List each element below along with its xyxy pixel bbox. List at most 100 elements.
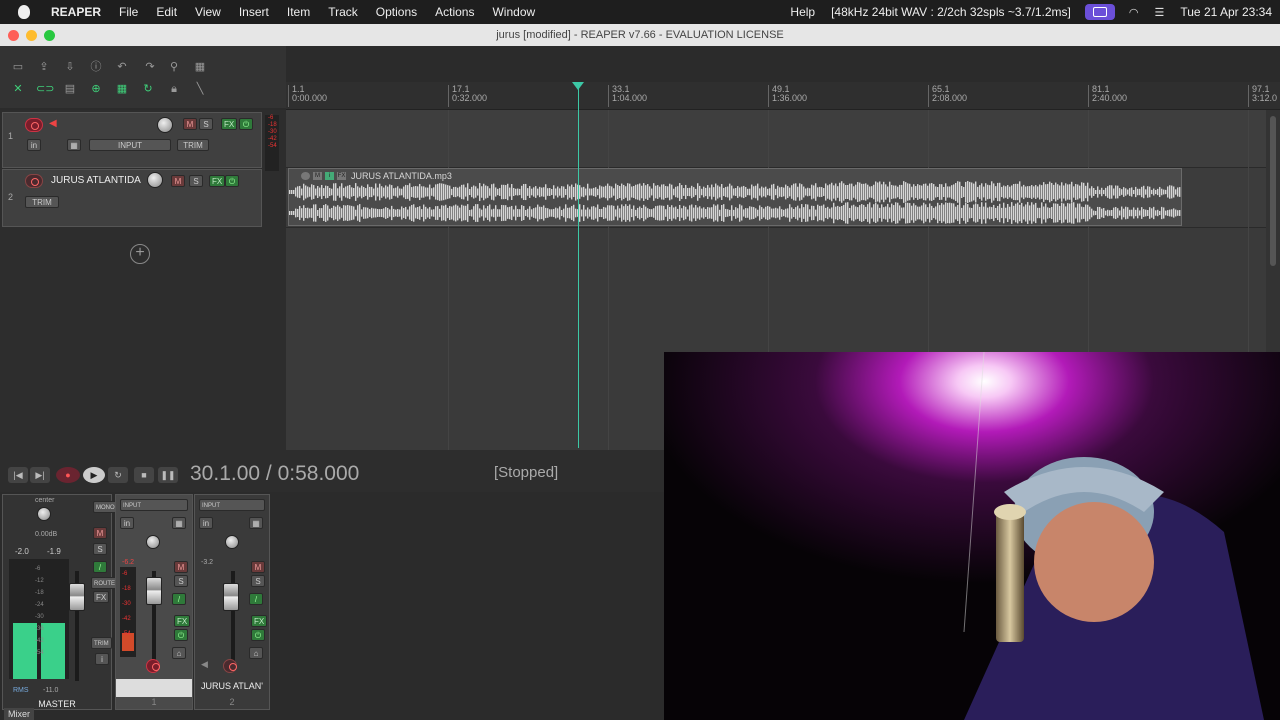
input-monitor-dropdown[interactable]: in bbox=[27, 139, 41, 151]
master-trim-button[interactable]: TRIM bbox=[91, 637, 112, 649]
undo-icon[interactable]: ↶ bbox=[114, 60, 130, 74]
phase-icon[interactable]: / bbox=[172, 593, 186, 605]
master-phase-icon[interactable]: / bbox=[93, 561, 107, 573]
volume-knob[interactable] bbox=[147, 172, 163, 188]
zoom-window-button[interactable] bbox=[44, 30, 55, 41]
snap-icon[interactable]: ⊕ bbox=[88, 82, 104, 96]
menu-actions[interactable]: Actions bbox=[426, 0, 483, 24]
close-window-button[interactable] bbox=[8, 30, 19, 41]
master-mute-button[interactable]: M bbox=[93, 527, 107, 539]
input-fx-icon[interactable]: ▦ bbox=[67, 139, 81, 151]
input-monitor-dropdown[interactable]: in bbox=[120, 517, 134, 529]
grid-settings-icon[interactable]: ▦ bbox=[192, 60, 208, 74]
clock[interactable]: Tue 21 Apr 23:34 bbox=[1172, 5, 1280, 19]
menu-edit[interactable]: Edit bbox=[147, 0, 186, 24]
fx-bypass-button[interactable]: ⏻ bbox=[251, 629, 265, 641]
master-info-button[interactable]: i bbox=[95, 653, 109, 665]
item-fx-button[interactable]: FX bbox=[337, 172, 346, 180]
menu-view[interactable]: View bbox=[186, 0, 230, 24]
go-to-end-button[interactable]: ▶| bbox=[30, 467, 50, 483]
add-track-icon[interactable]: + bbox=[130, 244, 150, 264]
menu-item[interactable]: Item bbox=[278, 0, 319, 24]
mute-button[interactable]: M bbox=[171, 175, 185, 187]
menu-insert[interactable]: Insert bbox=[230, 0, 278, 24]
track-name[interactable]: JURUS ATLANTIDA bbox=[51, 175, 141, 186]
strip-name-area[interactable] bbox=[116, 679, 192, 697]
item-lock-icon[interactable] bbox=[301, 172, 310, 180]
transport-timecode[interactable]: 30.1.00 / 0:58.000 bbox=[190, 462, 359, 486]
phase-icon[interactable]: / bbox=[249, 593, 263, 605]
go-to-start-button[interactable]: |◀ bbox=[8, 467, 28, 483]
fx-button[interactable]: FX bbox=[174, 615, 191, 627]
apple-icon[interactable] bbox=[18, 5, 30, 19]
input-select[interactable]: INPUT bbox=[120, 499, 188, 511]
playhead-marker[interactable] bbox=[572, 82, 584, 90]
mixer-tab[interactable]: Mixer bbox=[4, 708, 34, 720]
fx-bypass-button[interactable]: ⏻ bbox=[174, 629, 188, 641]
item-mute-button[interactable]: M bbox=[313, 172, 322, 180]
fx-bypass-button[interactable]: ⏻ bbox=[239, 118, 253, 130]
input-fx-icon[interactable]: ▦ bbox=[249, 517, 263, 529]
track-2-header[interactable]: 2 JURUS ATLANTIDA M S FX ⏻ TRIM bbox=[2, 169, 262, 227]
solo-button[interactable]: S bbox=[174, 575, 188, 587]
envelope-icon[interactable]: ╲ bbox=[192, 82, 208, 96]
mute-button[interactable]: M bbox=[183, 118, 197, 130]
pan-knob[interactable] bbox=[37, 507, 51, 521]
track-1-lane[interactable] bbox=[286, 110, 1266, 168]
redo-icon[interactable]: ↷ bbox=[142, 60, 158, 74]
menu-track[interactable]: Track bbox=[319, 0, 367, 24]
repeat-button[interactable]: ↻ bbox=[108, 467, 128, 483]
fx-button[interactable]: FX bbox=[209, 175, 226, 187]
app-menu[interactable]: REAPER bbox=[42, 0, 110, 24]
control-center-icon[interactable]: ☰ bbox=[1147, 6, 1173, 19]
screen-mirroring-icon[interactable] bbox=[1084, 4, 1115, 20]
pause-button[interactable]: ❚❚ bbox=[158, 467, 178, 483]
input-fx-icon[interactable]: ▦ bbox=[172, 517, 186, 529]
pan-knob[interactable] bbox=[225, 535, 239, 549]
route-button[interactable]: ROUTE bbox=[91, 577, 118, 589]
auto-crossfade-icon[interactable]: ✕ bbox=[10, 82, 26, 96]
master-fx-button[interactable]: FX bbox=[93, 591, 110, 603]
input-select[interactable]: INPUT bbox=[199, 499, 265, 511]
mixer-strip-1[interactable]: INPUT in ▦ -6.2 -6 -18 -30 -42 -54 M S / FX … bbox=[115, 494, 193, 710]
audio-status-info[interactable]: [48kHz 24bit WAV : 2/2ch 32spls ~3.7/1.2… bbox=[823, 5, 1079, 19]
metronome-icon[interactable]: ⚲ bbox=[166, 60, 182, 74]
mute-button[interactable]: M bbox=[174, 561, 188, 573]
strip-name[interactable]: JURUS ATLAN' bbox=[195, 681, 269, 691]
ripple-edit-icon[interactable]: ▤ bbox=[62, 82, 78, 96]
menu-help[interactable]: Help bbox=[782, 5, 823, 19]
envelope-icon[interactable]: ⌂ bbox=[249, 647, 263, 659]
volume-fader[interactable] bbox=[146, 577, 162, 605]
pan-knob[interactable] bbox=[146, 535, 160, 549]
menu-options[interactable]: Options bbox=[367, 0, 426, 24]
mixer-strip-2[interactable]: INPUT in ▦ -3.2 M S / FX ⏻ ⌂ ◀ JURUS ATL… bbox=[194, 494, 270, 710]
new-project-icon[interactable]: ▭ bbox=[10, 60, 26, 74]
open-project-icon[interactable]: ⇪ bbox=[36, 60, 52, 74]
minimize-window-button[interactable] bbox=[26, 30, 37, 41]
item-info-button[interactable]: i bbox=[325, 172, 334, 180]
trim-button[interactable]: TRIM bbox=[25, 196, 59, 208]
record-button[interactable]: ● bbox=[56, 467, 80, 483]
group-link-icon[interactable]: ⊂⊃ bbox=[36, 82, 54, 96]
media-item[interactable]: M i FX JURUS ATLANTIDA.mp3 bbox=[288, 168, 1182, 226]
lock-icon[interactable]: 🔒︎ bbox=[166, 82, 182, 96]
envelope-icon[interactable]: ⌂ bbox=[172, 647, 186, 659]
fx-button[interactable]: FX bbox=[221, 118, 238, 130]
wifi-icon[interactable]: ◠ bbox=[1121, 6, 1147, 19]
mute-button[interactable]: M bbox=[251, 561, 265, 573]
fx-button[interactable]: FX bbox=[251, 615, 268, 627]
track-1-header[interactable]: 1 ◀ M S FX ⏻ in ▦ INPUT TRIM -6 -18 -30 -42… bbox=[2, 112, 279, 171]
project-settings-icon[interactable]: ⓘ bbox=[88, 60, 104, 74]
solo-button[interactable]: S bbox=[199, 118, 213, 130]
speaker-icon[interactable]: ◀ bbox=[201, 659, 208, 670]
volume-fader[interactable] bbox=[223, 583, 239, 611]
grid-icon[interactable]: ▦ bbox=[114, 82, 130, 96]
timeline-ruler[interactable]: 1.1 0:00.000 17.1 0:32.000 33.1 1:04.000 49… bbox=[286, 82, 1280, 110]
record-arm-button[interactable] bbox=[223, 659, 237, 673]
record-arm-button[interactable] bbox=[25, 118, 43, 132]
mono-button[interactable]: MONO bbox=[93, 501, 118, 513]
speaker-icon[interactable]: ◀ bbox=[49, 118, 57, 129]
volume-knob[interactable] bbox=[157, 117, 173, 133]
master-fader[interactable] bbox=[69, 583, 85, 611]
loop-icon[interactable]: ↻ bbox=[140, 82, 156, 96]
